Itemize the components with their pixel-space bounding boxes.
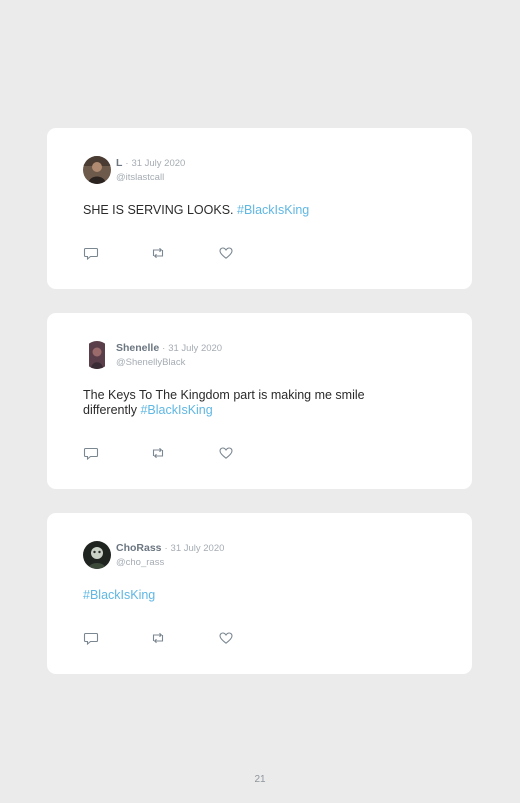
separator: · (125, 158, 129, 169)
hashtag-link[interactable]: #BlackIsKing (140, 403, 212, 417)
hashtag-link[interactable]: #BlackIsKing (237, 203, 309, 217)
like-icon[interactable] (218, 245, 234, 261)
tweet-card: Shenelle · 31 July 2020 @ShenellyBlack T… (47, 313, 472, 489)
hashtag-link[interactable]: #BlackIsKing (83, 588, 155, 602)
separator: · (164, 543, 168, 554)
avatar[interactable] (83, 541, 111, 569)
author-handle[interactable]: @itslastcall (116, 171, 185, 184)
tweet-text: The Keys To The Kingdom part is making m… (83, 388, 413, 418)
tweet-date[interactable]: 31 July 2020 (171, 543, 225, 554)
retweet-icon[interactable] (150, 445, 166, 461)
page-number: 21 (254, 774, 266, 785)
avatar[interactable] (83, 156, 111, 184)
tweet-text: SHE IS SERVING LOOKS. #BlackIsKing (83, 203, 413, 218)
like-icon[interactable] (218, 445, 234, 461)
tweet-body: SHE IS SERVING LOOKS. (83, 203, 234, 217)
comment-icon[interactable] (83, 445, 99, 461)
tweet-meta: ChoRass · 31 July 2020 @cho_rass (116, 541, 224, 569)
author-name[interactable]: L (116, 157, 122, 169)
author-name[interactable]: Shenelle (116, 342, 159, 354)
tweet-body: The Keys To The Kingdom part is making m… (83, 388, 365, 417)
tweet-card: L · 31 July 2020 @itslastcall SHE IS SER… (47, 128, 472, 289)
like-icon[interactable] (218, 630, 234, 646)
comment-icon[interactable] (83, 245, 99, 261)
tweet-meta: L · 31 July 2020 @itslastcall (116, 156, 185, 184)
tweet-meta: Shenelle · 31 July 2020 @ShenellyBlack (116, 341, 222, 369)
author-name[interactable]: ChoRass (116, 542, 162, 554)
tweet-text: #BlackIsKing (83, 588, 413, 603)
tweet-date[interactable]: 31 July 2020 (168, 343, 222, 354)
author-handle[interactable]: @cho_rass (116, 556, 224, 569)
tweet-card: ChoRass · 31 July 2020 @cho_rass #BlackI… (47, 513, 472, 674)
retweet-icon[interactable] (150, 245, 166, 261)
author-handle[interactable]: @ShenellyBlack (116, 356, 222, 369)
tweet-date[interactable]: 31 July 2020 (131, 158, 185, 169)
avatar[interactable] (83, 341, 111, 369)
comment-icon[interactable] (83, 630, 99, 646)
retweet-icon[interactable] (150, 630, 166, 646)
separator: · (162, 343, 166, 354)
